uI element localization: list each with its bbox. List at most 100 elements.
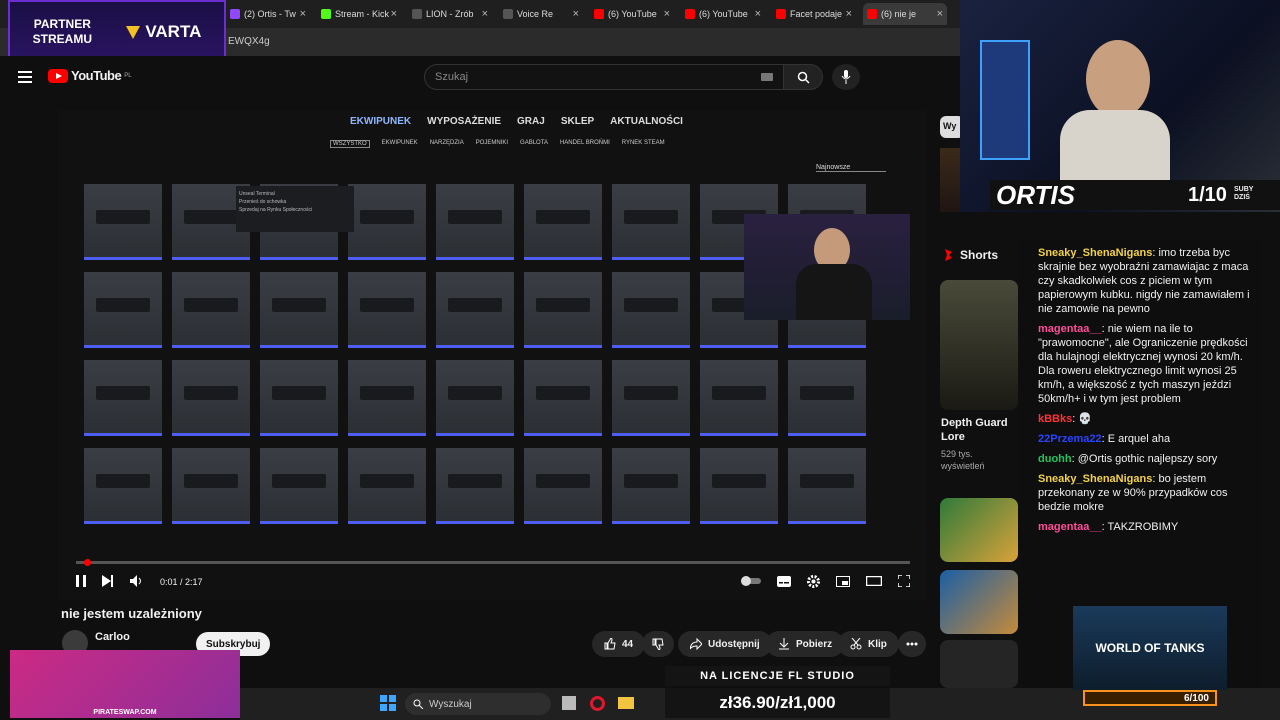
miniplayer-icon[interactable]: [836, 575, 850, 589]
chat-username[interactable]: Sneaky_ShenaNigans: [1038, 247, 1152, 259]
subtitles-icon[interactable]: [777, 575, 791, 589]
weapon-image: [272, 298, 326, 312]
chat-message: kBBks: 💀: [1038, 412, 1252, 426]
settings-gear-icon[interactable]: [807, 574, 820, 590]
streamer-body: [796, 264, 872, 320]
weapon-image: [712, 474, 766, 488]
chat-username[interactable]: duohh: [1038, 453, 1072, 465]
tab-close-icon[interactable]: ×: [482, 8, 488, 20]
chat-username[interactable]: 22Przema22: [1038, 433, 1102, 445]
share-label: Udostępnij: [708, 638, 760, 650]
inventory-item: [436, 448, 514, 524]
tab-close-icon[interactable]: ×: [755, 8, 761, 20]
opera-icon[interactable]: [590, 696, 605, 711]
donation-goal: zł36.90/zł1,000: [665, 688, 890, 718]
short-thumbnail-3[interactable]: [940, 570, 1018, 634]
youtube-logo[interactable]: YouTube PL: [48, 68, 132, 83]
theater-mode-icon[interactable]: [865, 575, 883, 588]
weapon-image: [624, 210, 678, 224]
video-player[interactable]: EKWIPUNEK WYPOSAŻENIE GRAJ SKLEP AKTUALNOŚCI…: [60, 110, 926, 600]
tab-close-icon[interactable]: ×: [937, 8, 943, 20]
shorts-label: Shorts: [960, 248, 999, 262]
short-thumbnail-2[interactable]: [940, 498, 1018, 562]
task-view-icon[interactable]: [562, 696, 576, 710]
dislike-button[interactable]: [642, 631, 674, 657]
scissors-icon: [850, 638, 862, 650]
browser-tab[interactable]: Voice Re ×: [499, 3, 583, 25]
tab-close-icon[interactable]: ×: [573, 8, 579, 20]
keyboard-icon[interactable]: [761, 73, 773, 81]
menu-icon[interactable]: [18, 70, 32, 88]
url-text: EWQX4g: [228, 36, 270, 47]
search-button[interactable]: [783, 64, 823, 90]
taskbar-search[interactable]: Wyszukaj: [405, 693, 551, 715]
game-nav-item: WYPOSAŻENIE: [427, 116, 502, 127]
subs-label: SUBY DZIŚ: [1234, 186, 1254, 201]
chat-message: 22Przema22: E arquel aha: [1038, 432, 1252, 446]
browser-tab[interactable]: (2) Ortis - Tw ×: [226, 3, 310, 25]
weapon-image: [624, 474, 678, 488]
browser-tab[interactable]: Facet podaje ×: [772, 3, 856, 25]
tab-close-icon[interactable]: ×: [391, 8, 397, 20]
search-input[interactable]: Szukaj: [424, 64, 784, 90]
inventory-item: [612, 184, 690, 260]
download-button[interactable]: Pobierz: [766, 631, 845, 657]
pause-icon[interactable]: [76, 575, 86, 589]
short-title[interactable]: Depth Guard Lore: [941, 416, 1017, 444]
autoplay-toggle[interactable]: [741, 576, 761, 588]
tab-close-icon[interactable]: ×: [300, 8, 306, 20]
tab-label: (6) YouTube: [699, 9, 748, 19]
tab-close-icon[interactable]: ×: [846, 8, 852, 20]
clip-button[interactable]: Klip: [838, 631, 899, 657]
weapon-image: [360, 474, 414, 488]
partner-badge: PARTNER STREAMU VARTA: [8, 0, 226, 64]
inventory-item: [348, 184, 426, 260]
chat-message: Sneaky_ShenaNigans: bo jestem przekonany…: [1038, 472, 1252, 514]
tab-label: (2) Ortis - Tw: [244, 9, 296, 19]
chat-message: duohh: @Ortis gothic najlepszy sory: [1038, 452, 1252, 466]
weapon-image: [360, 298, 414, 312]
next-icon[interactable]: [102, 575, 114, 589]
sort-dropdown: Najnowsze: [816, 164, 886, 172]
chat-username[interactable]: magentaa__: [1038, 521, 1102, 533]
tab-label: Stream - Kick: [335, 9, 390, 19]
chat-username[interactable]: magentaa__: [1038, 323, 1102, 335]
browser-tab[interactable]: (6) YouTube ×: [681, 3, 765, 25]
tab-close-icon[interactable]: ×: [664, 8, 670, 20]
channel-name[interactable]: Carloo: [95, 631, 130, 643]
tab-favicon: [412, 9, 422, 19]
inventory-item: [524, 360, 602, 436]
browser-tab[interactable]: (6) nie je ×: [863, 3, 947, 25]
game-filter: NARZĘDZIA: [429, 140, 464, 146]
weapon-image: [272, 386, 326, 400]
like-button[interactable]: 44: [592, 631, 646, 657]
youtube-play-icon: [48, 68, 68, 83]
stream-name: ORTIS: [996, 180, 1075, 210]
varta-logo: VARTA: [125, 22, 201, 42]
chat-message: magentaa__: TAKZROBIMY: [1038, 520, 1252, 534]
fullscreen-icon[interactable]: [897, 574, 911, 589]
windows-start-icon[interactable]: [380, 695, 396, 716]
weapon-image: [448, 210, 502, 224]
folder-icon[interactable]: [618, 697, 634, 709]
browser-tab[interactable]: LION - Zrób ×: [408, 3, 492, 25]
chat-username[interactable]: Sneaky_ShenaNigans: [1038, 473, 1152, 485]
browser-tab[interactable]: Stream - Kick ×: [317, 3, 401, 25]
search-icon: [797, 71, 810, 84]
voice-search-button[interactable]: [832, 64, 860, 90]
short-views: 529 tys. wyświetleń: [941, 449, 985, 471]
inventory-item: [700, 360, 778, 436]
short-thumbnail[interactable]: [940, 280, 1018, 410]
pirateswap-text: PIRATESWAP.COM: [93, 709, 157, 716]
weapon-image: [360, 386, 414, 400]
wot-progress: 6/100: [1083, 690, 1217, 706]
chat-username[interactable]: kBBks: [1038, 413, 1072, 425]
more-actions-button[interactable]: [898, 631, 926, 657]
weapon-image: [184, 298, 238, 312]
share-button[interactable]: Udostępnij: [678, 631, 772, 657]
partner-line1: PARTNER: [33, 17, 91, 31]
browser-tab[interactable]: (6) YouTube ×: [590, 3, 674, 25]
inventory-item: [348, 360, 426, 436]
short-thumbnail-4[interactable]: [940, 640, 1018, 688]
volume-icon[interactable]: [130, 575, 144, 589]
